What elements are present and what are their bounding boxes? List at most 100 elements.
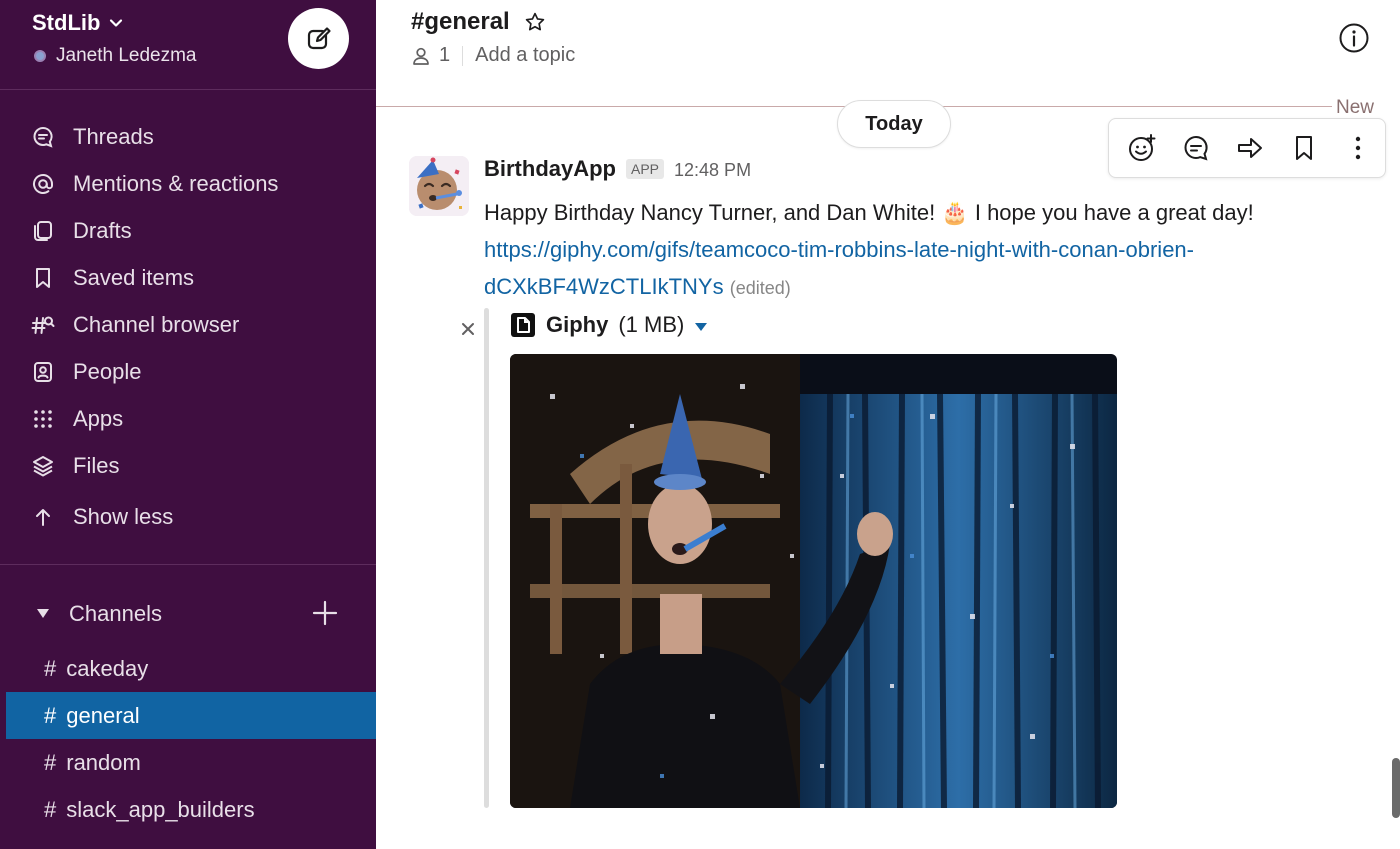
sidebar-item-label: Saved items — [73, 264, 195, 290]
attachment-title[interactable]: Giphy — [546, 312, 608, 338]
message-text: Happy Birthday Nancy Turner, and Dan Whi… — [484, 200, 1254, 225]
emoji-add-icon — [1129, 134, 1156, 161]
channel-view: #general 1 Add a topic New Today Birthda… — [376, 0, 1400, 849]
channel-item-label: random — [66, 749, 141, 775]
channel-header: #general 1 Add a topic — [376, 0, 1400, 90]
sidebar-item-label: People — [73, 358, 142, 384]
add-reaction-button[interactable] — [1125, 131, 1159, 165]
channel-item-label: slack_app_builders — [66, 796, 255, 822]
member-count: 1 — [439, 44, 451, 66]
link-line-2: dCXkBF4WzCTLIkTNYs — [484, 274, 724, 299]
sidebar-item-saved[interactable]: Saved items — [0, 254, 376, 301]
share-message-button[interactable] — [1233, 131, 1267, 165]
channel-item-general[interactable]: # general — [6, 692, 376, 739]
compose-icon — [307, 26, 331, 49]
sidebar-item-files[interactable]: Files — [0, 442, 376, 489]
member-count-button[interactable]: 1 — [411, 44, 450, 67]
info-icon[interactable] — [1338, 22, 1370, 54]
caret-down-icon — [695, 323, 708, 331]
current-user[interactable]: Janeth Ledezma — [34, 45, 197, 67]
attachment-menu-caret[interactable] — [694, 312, 708, 338]
arrow-up-icon — [31, 505, 55, 529]
hash-icon: # — [44, 796, 57, 822]
bookmark-icon — [1296, 136, 1312, 160]
channel-item-label: cakeday — [66, 655, 149, 681]
channel-title-button[interactable]: #general — [411, 8, 546, 36]
sidebar-item-label: Channel browser — [73, 311, 240, 337]
giphy-link[interactable]: https://giphy.com/gifs/teamcoco-tim-robb… — [484, 237, 1194, 299]
giphy-icon — [511, 313, 535, 337]
more-vertical-icon — [1355, 136, 1361, 160]
bookmark-icon — [31, 266, 55, 290]
sidebar: StdLib Janeth Ledezma Threads Mentions &… — [0, 0, 376, 849]
forward-icon — [1238, 138, 1262, 158]
channel-meta: 1 Add a topic — [411, 44, 575, 67]
channel-title: #general — [411, 8, 510, 35]
save-message-button[interactable] — [1287, 131, 1321, 165]
sidebar-item-label: Show less — [73, 503, 174, 529]
chevron-down-icon — [110, 19, 123, 27]
member-icon — [413, 47, 429, 65]
channel-item-cakeday[interactable]: # cakeday — [0, 645, 376, 692]
edited-label: (edited) — [729, 278, 791, 298]
new-messages-label: New — [1336, 97, 1375, 118]
sidebar-item-label: Mentions & reactions — [73, 170, 279, 196]
sidebar-nav: Threads Mentions & reactions Drafts Save… — [0, 113, 376, 540]
sidebar-item-label: Drafts — [73, 217, 132, 243]
party-face-icon — [409, 156, 469, 216]
threads-icon — [31, 125, 55, 149]
add-channel-icon[interactable] — [310, 598, 340, 628]
gif-illustration — [510, 354, 1117, 808]
sidebar-item-label: Threads — [73, 123, 154, 149]
workspace-header: StdLib Janeth Ledezma — [0, 0, 376, 90]
sidebar-item-channel-browser[interactable]: Channel browser — [0, 301, 376, 348]
at-icon — [31, 172, 55, 196]
channels-section-header: Channels — [0, 591, 376, 637]
message-link-wrapper: https://giphy.com/gifs/teamcoco-tim-robb… — [484, 231, 1384, 307]
date-divider-button[interactable]: Today — [837, 100, 951, 148]
attachment-header: Giphy (1 MB) — [510, 312, 708, 338]
message-header: BirthdayApp APP 12:48 PM — [484, 156, 751, 182]
people-icon — [31, 360, 55, 384]
hash-icon: # — [44, 702, 57, 728]
sidebar-item-drafts[interactable]: Drafts — [0, 207, 376, 254]
sidebar-divider — [0, 564, 376, 565]
gif-image[interactable] — [510, 354, 1117, 808]
user-name: Janeth Ledezma — [56, 45, 197, 66]
workspace-menu[interactable]: StdLib — [32, 10, 124, 36]
meta-separator — [462, 45, 464, 66]
channels-section-title[interactable]: Channels — [69, 601, 162, 627]
channel-item-slack-app-builders[interactable]: # slack_app_builders — [0, 786, 376, 833]
hash-icon: # — [44, 655, 57, 681]
sidebar-item-threads[interactable]: Threads — [0, 113, 376, 160]
compose-button[interactable] — [288, 8, 349, 69]
message-actions-toolbar — [1108, 118, 1386, 178]
scrollbar-thumb[interactable] — [1392, 758, 1400, 818]
add-topic-link[interactable]: Add a topic — [475, 44, 575, 67]
channel-list: # cakeday # general # random # slack_app… — [0, 645, 376, 833]
sidebar-item-show-less[interactable]: Show less — [0, 493, 376, 540]
attachment-size: (1 MB) — [618, 312, 685, 337]
message-timestamp[interactable]: 12:48 PM — [674, 160, 751, 181]
channel-browser-icon — [31, 313, 55, 337]
avatar[interactable] — [409, 156, 469, 216]
app-badge: APP — [626, 159, 665, 179]
attachment-bar — [484, 308, 489, 808]
apps-icon — [31, 407, 55, 431]
caret-down-icon[interactable] — [36, 608, 50, 620]
link-line-1: https://giphy.com/gifs/teamcoco-tim-robb… — [484, 237, 1194, 262]
sidebar-item-apps[interactable]: Apps — [0, 395, 376, 442]
presence-indicator — [34, 50, 46, 62]
channel-item-random[interactable]: # random — [0, 739, 376, 786]
workspace-name: StdLib — [32, 10, 101, 35]
star-icon[interactable] — [524, 11, 546, 33]
sidebar-item-people[interactable]: People — [0, 348, 376, 395]
remove-attachment-icon[interactable] — [459, 320, 477, 338]
more-actions-button[interactable] — [1341, 131, 1375, 165]
reply-in-thread-button[interactable] — [1179, 131, 1213, 165]
sender-name[interactable]: BirthdayApp — [484, 156, 616, 182]
message-body: Happy Birthday Nancy Turner, and Dan Whi… — [484, 194, 1384, 307]
hash-icon: # — [44, 749, 57, 775]
drafts-icon — [31, 219, 55, 243]
sidebar-item-mentions[interactable]: Mentions & reactions — [0, 160, 376, 207]
